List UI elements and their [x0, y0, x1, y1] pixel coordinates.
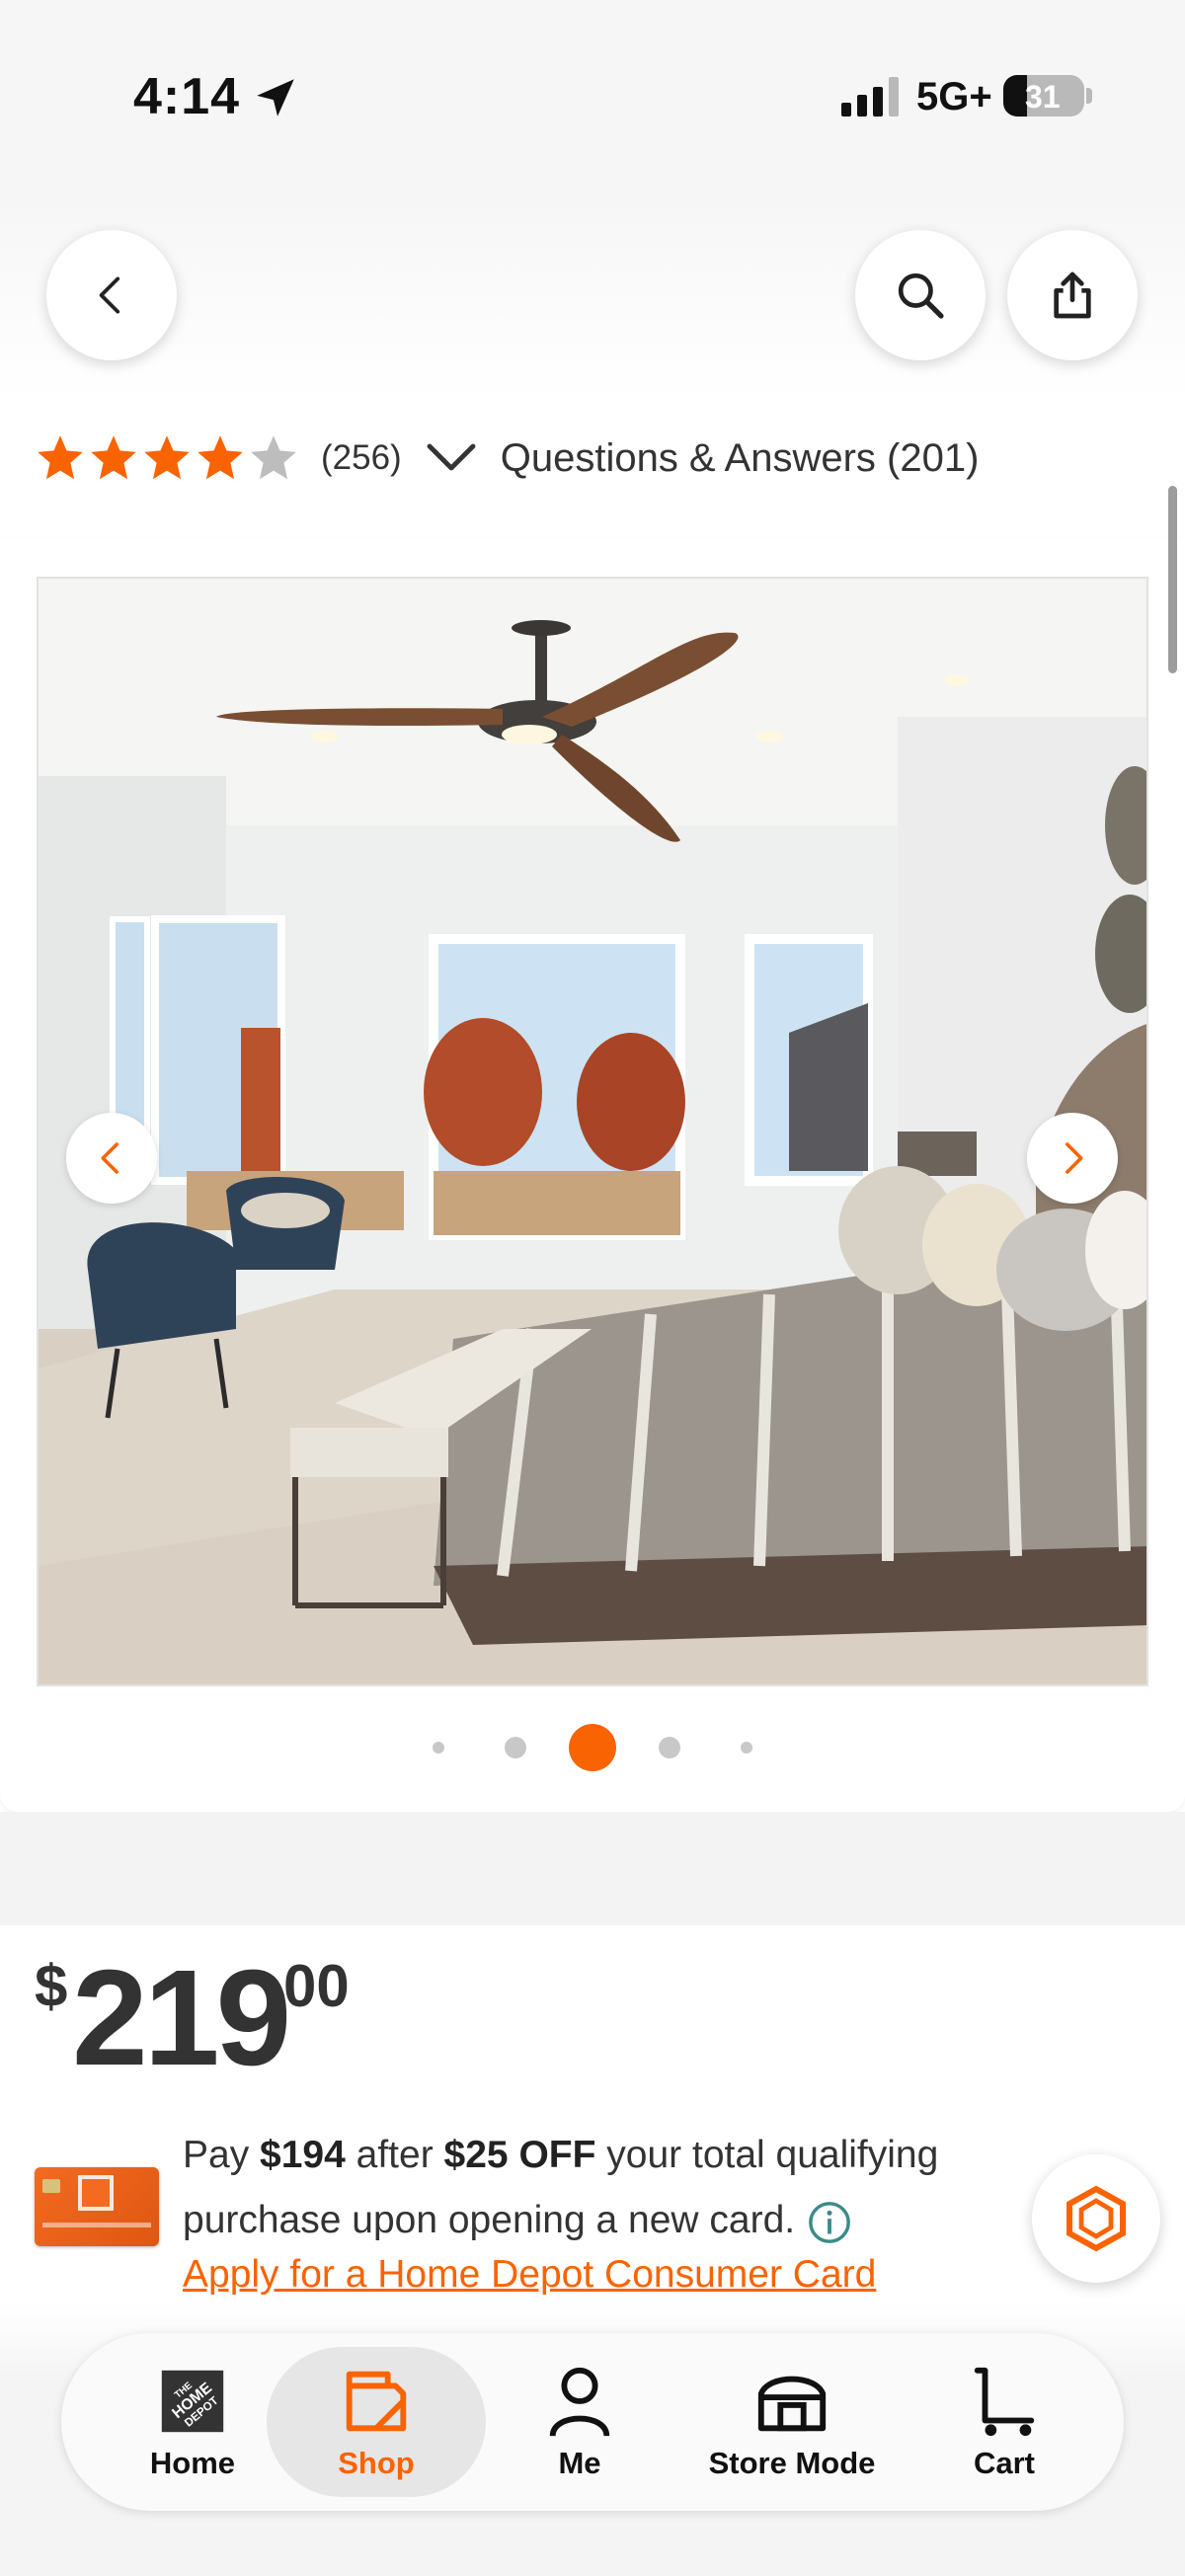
bottom-nav: THE HOME DEPOT Home Shop Me Store Mode C… [61, 2333, 1124, 2511]
carousel-dot[interactable] [741, 1742, 752, 1754]
questions-answers-link[interactable]: Questions & Answers (201) [501, 436, 980, 481]
carousel-dots [0, 1723, 1185, 1772]
star-icon [144, 435, 190, 480]
store-icon [757, 2376, 827, 2432]
chevron-right-icon [1066, 1142, 1083, 1174]
share-button[interactable] [1007, 230, 1138, 360]
nav-store-label: Store Mode [708, 2446, 876, 2480]
nav-cart-label: Cart [973, 2446, 1035, 2480]
nav-store-mode[interactable]: Store Mode [673, 2333, 910, 2511]
cellular-signal-icon [841, 77, 899, 117]
product-image[interactable] [37, 577, 1148, 1686]
nav-home-label: Home [149, 2446, 236, 2480]
card-promo-text: Pay $194 after $25 OFF your total qualif… [183, 2123, 1052, 2253]
battery-level: 31 [1025, 79, 1061, 115]
price-whole: 219 [72, 1942, 291, 2094]
carousel-next-button[interactable] [1027, 1113, 1118, 1204]
star-icon [198, 435, 243, 480]
home-depot-logo-icon: THE HOME DEPOT [161, 2370, 224, 2433]
search-icon [898, 273, 944, 319]
chevron-down-icon[interactable] [426, 438, 477, 478]
home-depot-card-image [35, 2167, 159, 2246]
cart-icon [974, 2367, 1035, 2437]
price-cents: 00 [283, 1953, 350, 2019]
hexagon-assistant-icon [1066, 2185, 1126, 2252]
carousel-dot[interactable] [505, 1737, 526, 1758]
battery-icon: 31 [1003, 75, 1084, 117]
network-type: 5G+ [916, 75, 992, 118]
carousel-dot[interactable] [433, 1742, 444, 1754]
star-icon [38, 435, 83, 480]
status-time: 4:14 [133, 68, 241, 125]
review-count[interactable]: (256) [321, 438, 402, 478]
share-icon [1054, 272, 1091, 319]
battery-cap [1086, 88, 1092, 104]
shop-tag-icon [346, 2371, 407, 2432]
chevron-left-icon [101, 1142, 118, 1174]
nav-shop[interactable]: Shop [267, 2347, 486, 2497]
back-button[interactable] [46, 230, 177, 360]
section-divider [0, 1812, 1185, 1925]
star-icon [251, 435, 296, 480]
apply-card-link[interactable]: Apply for a Home Depot Consumer Card [183, 2253, 876, 2297]
nav-home[interactable]: THE HOME DEPOT Home [118, 2333, 267, 2511]
person-icon [549, 2367, 610, 2437]
info-icon[interactable] [807, 2200, 852, 2245]
nav-shop-label: Shop [338, 2446, 415, 2480]
star-icon [91, 435, 136, 480]
nav-cart[interactable]: Cart [930, 2333, 1078, 2511]
price-currency: $ [35, 1953, 68, 2019]
carousel-dot[interactable] [659, 1737, 680, 1758]
carousel-dot-active[interactable] [569, 1724, 616, 1771]
search-button[interactable] [855, 230, 986, 360]
rating-row: (256) Questions & Answers (201) [35, 427, 979, 490]
scrollbar-thumb[interactable] [1168, 486, 1177, 673]
carousel-prev-button[interactable] [66, 1113, 157, 1204]
chat-assistant-button[interactable] [1032, 2154, 1160, 2283]
nav-me[interactable]: Me [506, 2333, 654, 2511]
nav-me-label: Me [558, 2446, 601, 2480]
star-rating[interactable] [35, 432, 299, 484]
status-bar: 4:14 5G+ 31 [0, 0, 1185, 193]
chevron-left-icon [99, 276, 120, 314]
location-arrow-icon [257, 79, 294, 117]
bedroom-ceiling-fan-photo [39, 579, 1146, 1684]
